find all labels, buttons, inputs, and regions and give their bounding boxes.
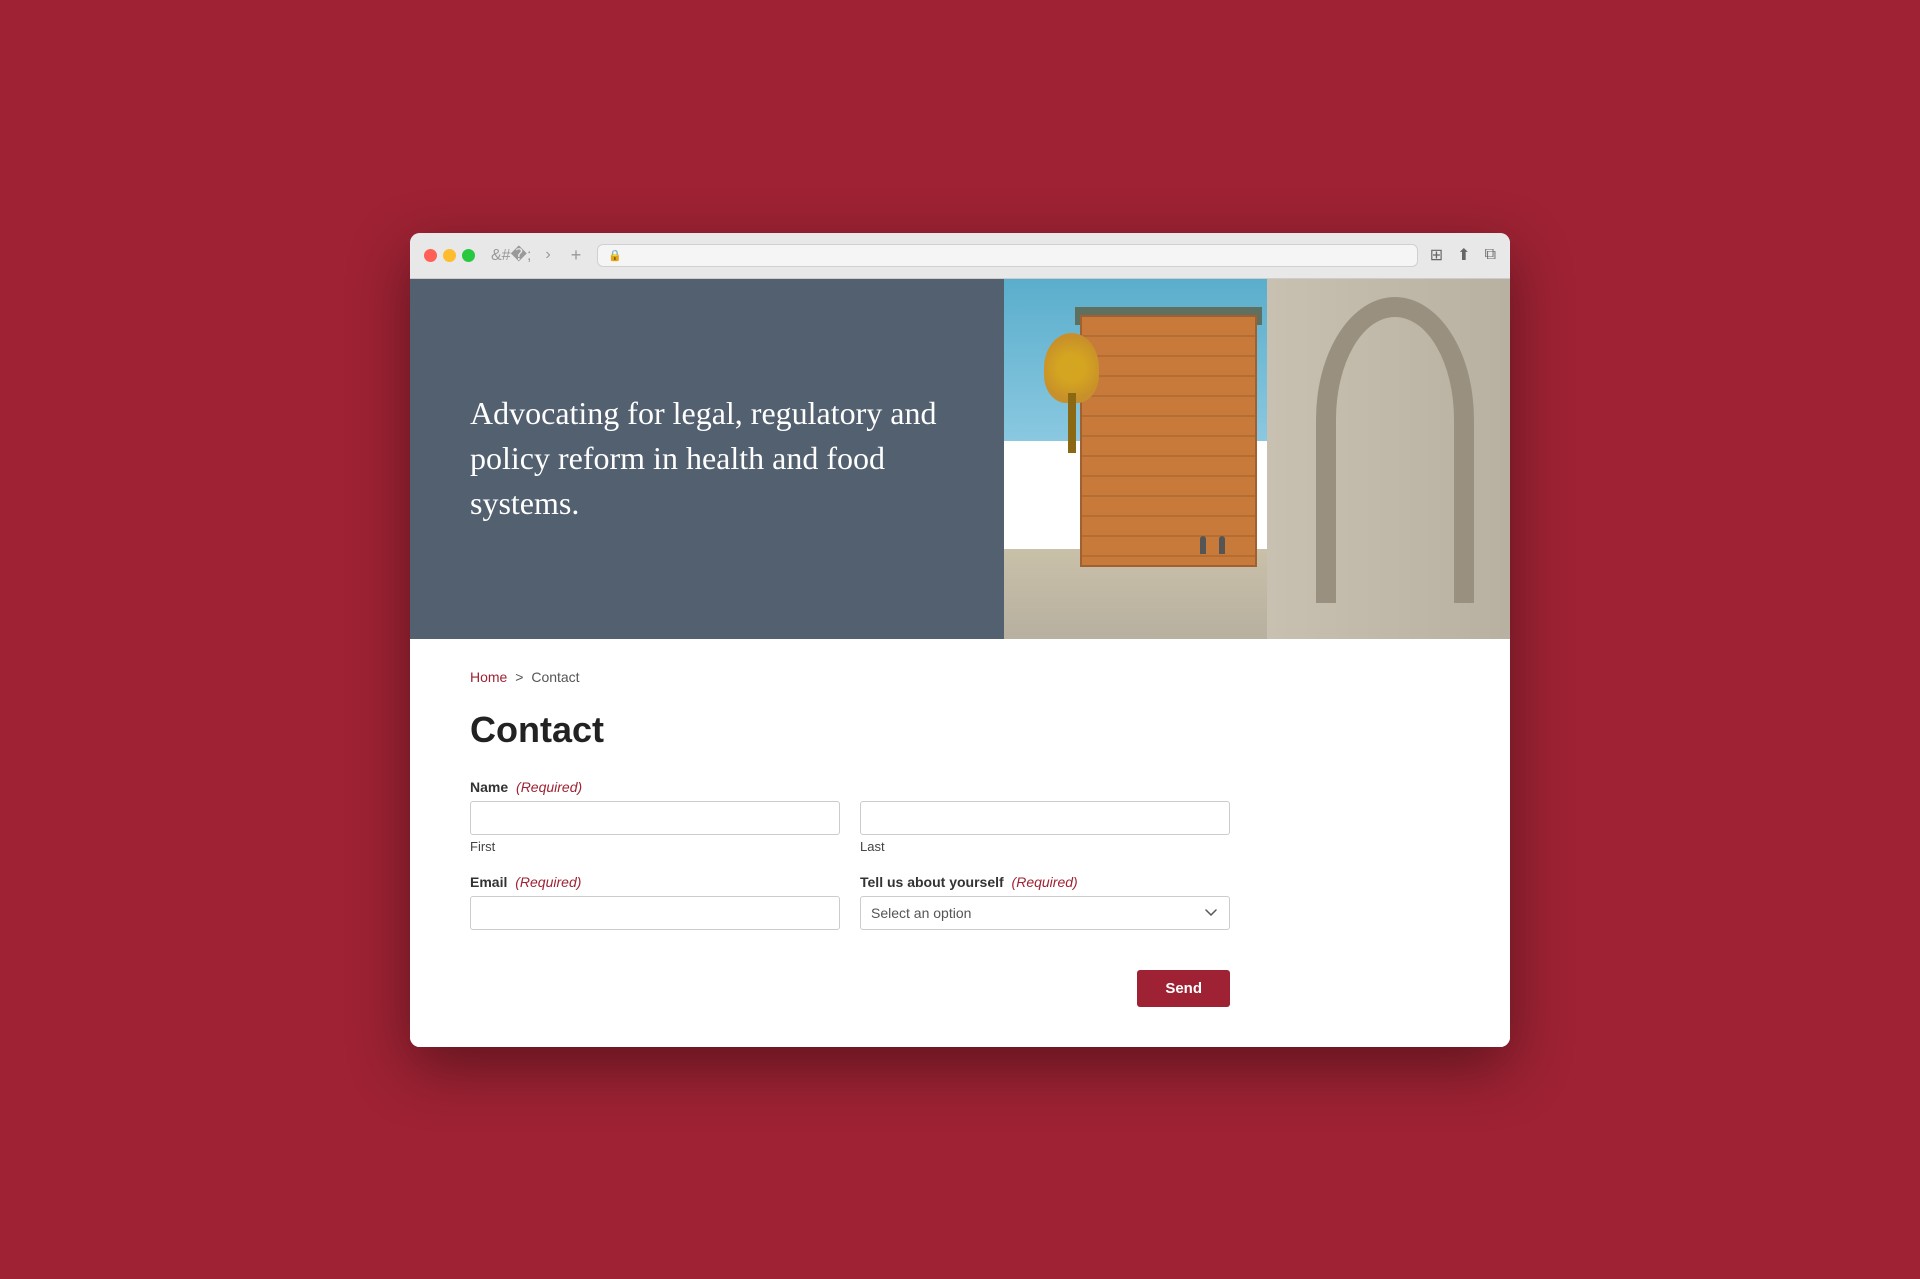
page-content: Advocating for legal, regulatory and pol… <box>410 279 1510 1047</box>
traffic-lights <box>424 249 475 262</box>
arch-shape <box>1316 297 1474 603</box>
breadcrumb-separator: > <box>515 669 523 685</box>
person-1 <box>1200 536 1206 554</box>
tabs-button[interactable]: ⧉ <box>1485 245 1496 265</box>
address-bar[interactable]: 🔒 <box>597 244 1417 267</box>
email-field-group: Email (Required) <box>470 874 840 930</box>
first-name-label: First <box>470 839 840 854</box>
people-figures <box>1196 536 1228 559</box>
arch-section <box>1267 279 1510 639</box>
first-name-input[interactable] <box>470 801 840 835</box>
back-button[interactable]: &#�; <box>487 243 535 267</box>
last-name-input[interactable] <box>860 801 1230 835</box>
traffic-light-yellow[interactable] <box>443 249 456 262</box>
email-tell-us-row: Email (Required) Tell us about yourself … <box>470 874 1230 950</box>
traffic-light-red[interactable] <box>424 249 437 262</box>
send-button[interactable]: Send <box>1137 970 1230 1007</box>
building-scene <box>1004 279 1510 639</box>
forward-button[interactable]: › <box>541 243 554 267</box>
hero-heading: Advocating for legal, regulatory and pol… <box>470 391 944 525</box>
browser-window: &#�; › + 🔒 ⊞ ⬆ ⧉ Advocating for legal, r… <box>410 233 1510 1047</box>
email-label: Email (Required) <box>470 874 840 890</box>
hero-section: Advocating for legal, regulatory and pol… <box>410 279 1510 639</box>
tell-us-select[interactable]: Select an option Student Faculty/Researc… <box>860 896 1230 930</box>
traffic-light-green[interactable] <box>462 249 475 262</box>
breadcrumb: Home > Contact <box>470 669 1450 685</box>
browser-actions: ⊞ ⬆ ⧉ <box>1430 245 1496 265</box>
name-required-indicator: (Required) <box>516 779 582 795</box>
name-field-container: Name (Required) First Last <box>470 779 1230 854</box>
name-label: Name (Required) <box>470 779 1230 795</box>
tree-trunk <box>1068 393 1076 453</box>
tell-us-label: Tell us about yourself (Required) <box>860 874 1230 890</box>
name-sublabels: First Last <box>470 839 1230 854</box>
contact-form[interactable]: Name (Required) First Last <box>470 779 1230 1007</box>
browser-chrome: &#�; › + 🔒 ⊞ ⬆ ⧉ <box>410 233 1510 279</box>
hero-image-panel <box>1004 279 1510 639</box>
email-input[interactable] <box>470 896 840 930</box>
last-name-label: Last <box>860 839 1230 854</box>
hero-text-panel: Advocating for legal, regulatory and pol… <box>410 279 1004 639</box>
building-main <box>1080 315 1257 567</box>
form-section: Home > Contact Contact Name (Required) <box>410 639 1510 1047</box>
reader-view-button[interactable]: ⊞ <box>1430 245 1443 265</box>
lock-icon: 🔒 <box>608 249 622 262</box>
tree-decoration <box>1044 333 1099 453</box>
share-button[interactable]: ⬆ <box>1457 245 1470 265</box>
breadcrumb-current: Contact <box>531 669 579 685</box>
form-actions: Send <box>470 970 1230 1007</box>
page-title: Contact <box>470 709 1450 751</box>
tell-us-field-group: Tell us about yourself (Required) Select… <box>860 874 1230 930</box>
tell-us-required-indicator: (Required) <box>1012 874 1078 890</box>
email-required-indicator: (Required) <box>515 874 581 890</box>
new-tab-button[interactable]: + <box>567 243 586 268</box>
person-2 <box>1219 536 1225 554</box>
name-row <box>470 801 1230 835</box>
nav-buttons: &#�; › <box>487 243 555 267</box>
breadcrumb-home-link[interactable]: Home <box>470 669 507 685</box>
